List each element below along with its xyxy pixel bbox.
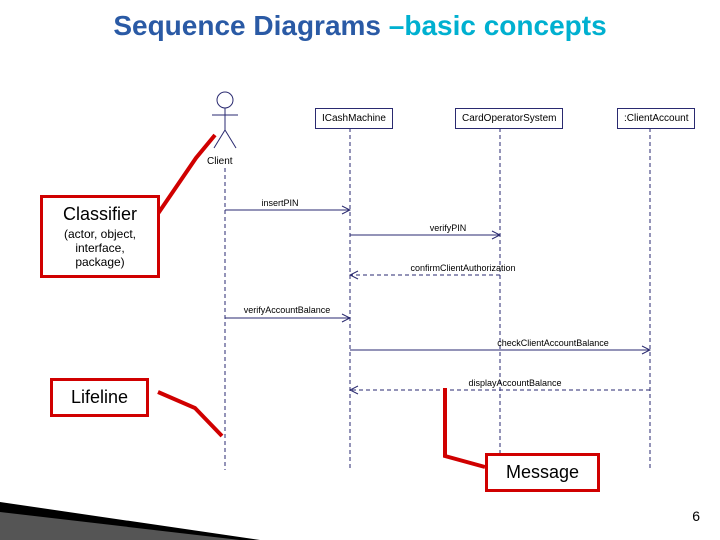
msg-check-balance-label: checkClientAccountBalance [497, 338, 609, 348]
msg-confirm-auth-label: confirmClientAuthorization [410, 263, 515, 273]
participant-card-operator: CardOperatorSystem [455, 108, 563, 129]
annotation-classifier: Classifier (actor, object, interface, pa… [40, 195, 160, 278]
annotation-classifier-head: Classifier [53, 204, 147, 225]
msg-display-balance-label: displayAccountBalance [468, 378, 561, 388]
msg-insert-pin-label: insertPIN [261, 198, 298, 208]
participant-client-account: :ClientAccount [617, 108, 695, 129]
actor-label: Client [207, 156, 233, 167]
msg-verify-balance-label: verifyAccountBalance [244, 305, 331, 315]
participant-cash-machine: ICashMachine [315, 108, 393, 129]
annotation-lifeline: Lifeline [50, 378, 149, 417]
actor-icon [212, 92, 238, 148]
connector-lifeline [158, 392, 222, 436]
msg-verify-pin-label: verifyPIN [430, 223, 467, 233]
annotation-classifier-sub: (actor, object, interface, package) [53, 227, 147, 269]
page-number: 6 [692, 508, 700, 524]
connector-message [445, 388, 485, 467]
annotation-message: Message [485, 453, 600, 492]
connector-classifier [155, 135, 215, 218]
